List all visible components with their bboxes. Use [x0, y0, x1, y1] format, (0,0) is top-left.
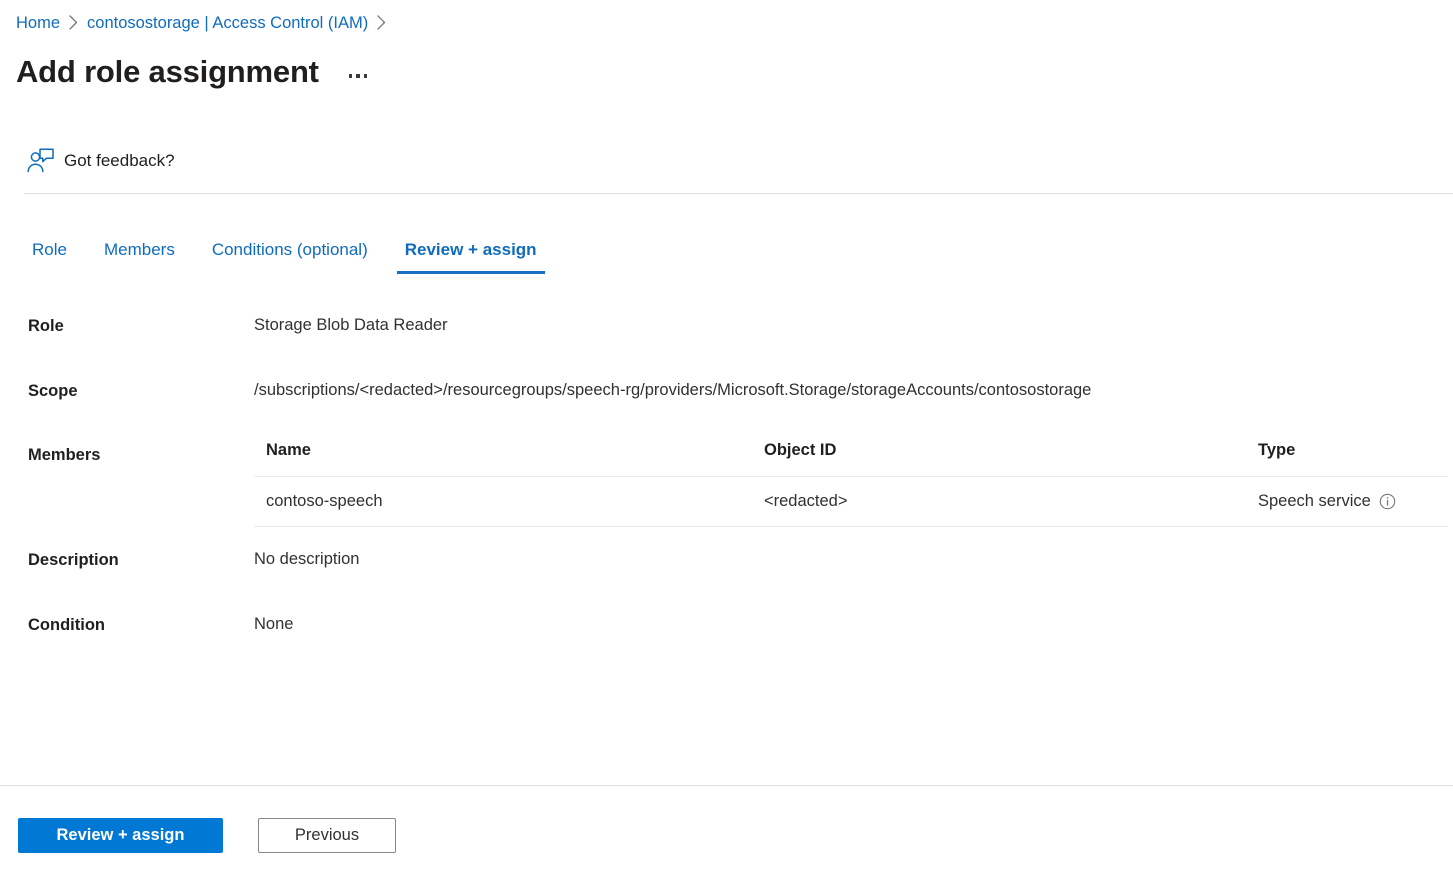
role-label: Role: [28, 317, 64, 335]
cell-member-object-id: <redacted>: [764, 492, 848, 510]
summary-row-role: Role Storage Blob Data Reader: [28, 314, 1448, 337]
column-header-name: Name: [266, 441, 311, 459]
tab-role[interactable]: Role: [24, 238, 75, 274]
ellipsis-dot-3: [363, 74, 368, 78]
ellipsis-dot-2: [356, 74, 360, 78]
cell-member-type-wrapper: Speech service: [1258, 492, 1448, 511]
breadcrumb-item-access-control[interactable]: contosostorage | Access Control (IAM): [87, 12, 368, 34]
condition-label: Condition: [28, 616, 105, 634]
page-title: Add role assignment: [16, 54, 319, 89]
chevron-right-icon: [69, 14, 78, 30]
tab-conditions-label: Conditions (optional): [211, 240, 368, 259]
description-value: No description: [254, 550, 360, 568]
cell-member-type: Speech service: [1258, 492, 1371, 510]
info-circle-icon[interactable]: [1379, 493, 1396, 510]
members-label: Members: [28, 446, 101, 464]
tab-role-label: Role: [32, 240, 67, 259]
feedback-person-icon: [26, 146, 58, 176]
tab-members[interactable]: Members: [96, 238, 183, 274]
previous-button[interactable]: Previous: [258, 818, 396, 853]
tab-review-assign[interactable]: Review + assign: [396, 238, 545, 274]
role-value: Storage Blob Data Reader: [254, 316, 448, 334]
column-header-type: Type: [1258, 441, 1296, 459]
got-feedback-link[interactable]: Got feedback?: [26, 146, 175, 176]
chevron-right-icon-2: [377, 14, 386, 30]
breadcrumb-item-home[interactable]: Home: [16, 12, 60, 34]
ellipsis-icon[interactable]: [345, 68, 372, 84]
ellipsis-dot-1: [348, 74, 353, 78]
column-header-object-id: Object ID: [764, 441, 837, 459]
table-row: contoso-speech <redacted> Speech service: [254, 477, 1448, 527]
header-divider: [24, 193, 1453, 194]
review-assign-button[interactable]: Review + assign: [18, 818, 223, 853]
summary-row-description: Description No description: [28, 548, 1448, 571]
scope-value: /subscriptions/<redacted>/resourcegroups…: [254, 381, 1092, 399]
tab-review-assign-label: Review + assign: [404, 240, 537, 259]
tab-conditions[interactable]: Conditions (optional): [204, 238, 376, 274]
summary-row-condition: Condition None: [28, 613, 1448, 636]
scope-label: Scope: [28, 382, 78, 400]
footer-divider: [0, 785, 1453, 786]
members-table: Name Object ID Type contoso-speech <reda…: [254, 441, 1448, 527]
description-label: Description: [28, 551, 119, 569]
review-summary: Role Storage Blob Data Reader Scope /sub…: [28, 314, 1448, 636]
got-feedback-label: Got feedback?: [64, 151, 175, 170]
footer-actions: Review + assign Previous: [18, 818, 396, 853]
members-table-header: Name Object ID Type: [254, 441, 1448, 477]
summary-row-scope: Scope /subscriptions/<redacted>/resource…: [28, 379, 1448, 402]
cell-member-name: contoso-speech: [266, 492, 383, 510]
breadcrumb: Home contosostorage | Access Control (IA…: [16, 12, 395, 34]
page-title-row: Add role assignment: [16, 52, 371, 92]
tab-members-label: Members: [103, 240, 175, 259]
condition-value: None: [254, 615, 294, 633]
summary-row-members: Members Name Object ID Type contoso-spee…: [28, 441, 1448, 527]
wizard-tabs: Role Members Conditions (optional) Revie…: [24, 228, 545, 274]
